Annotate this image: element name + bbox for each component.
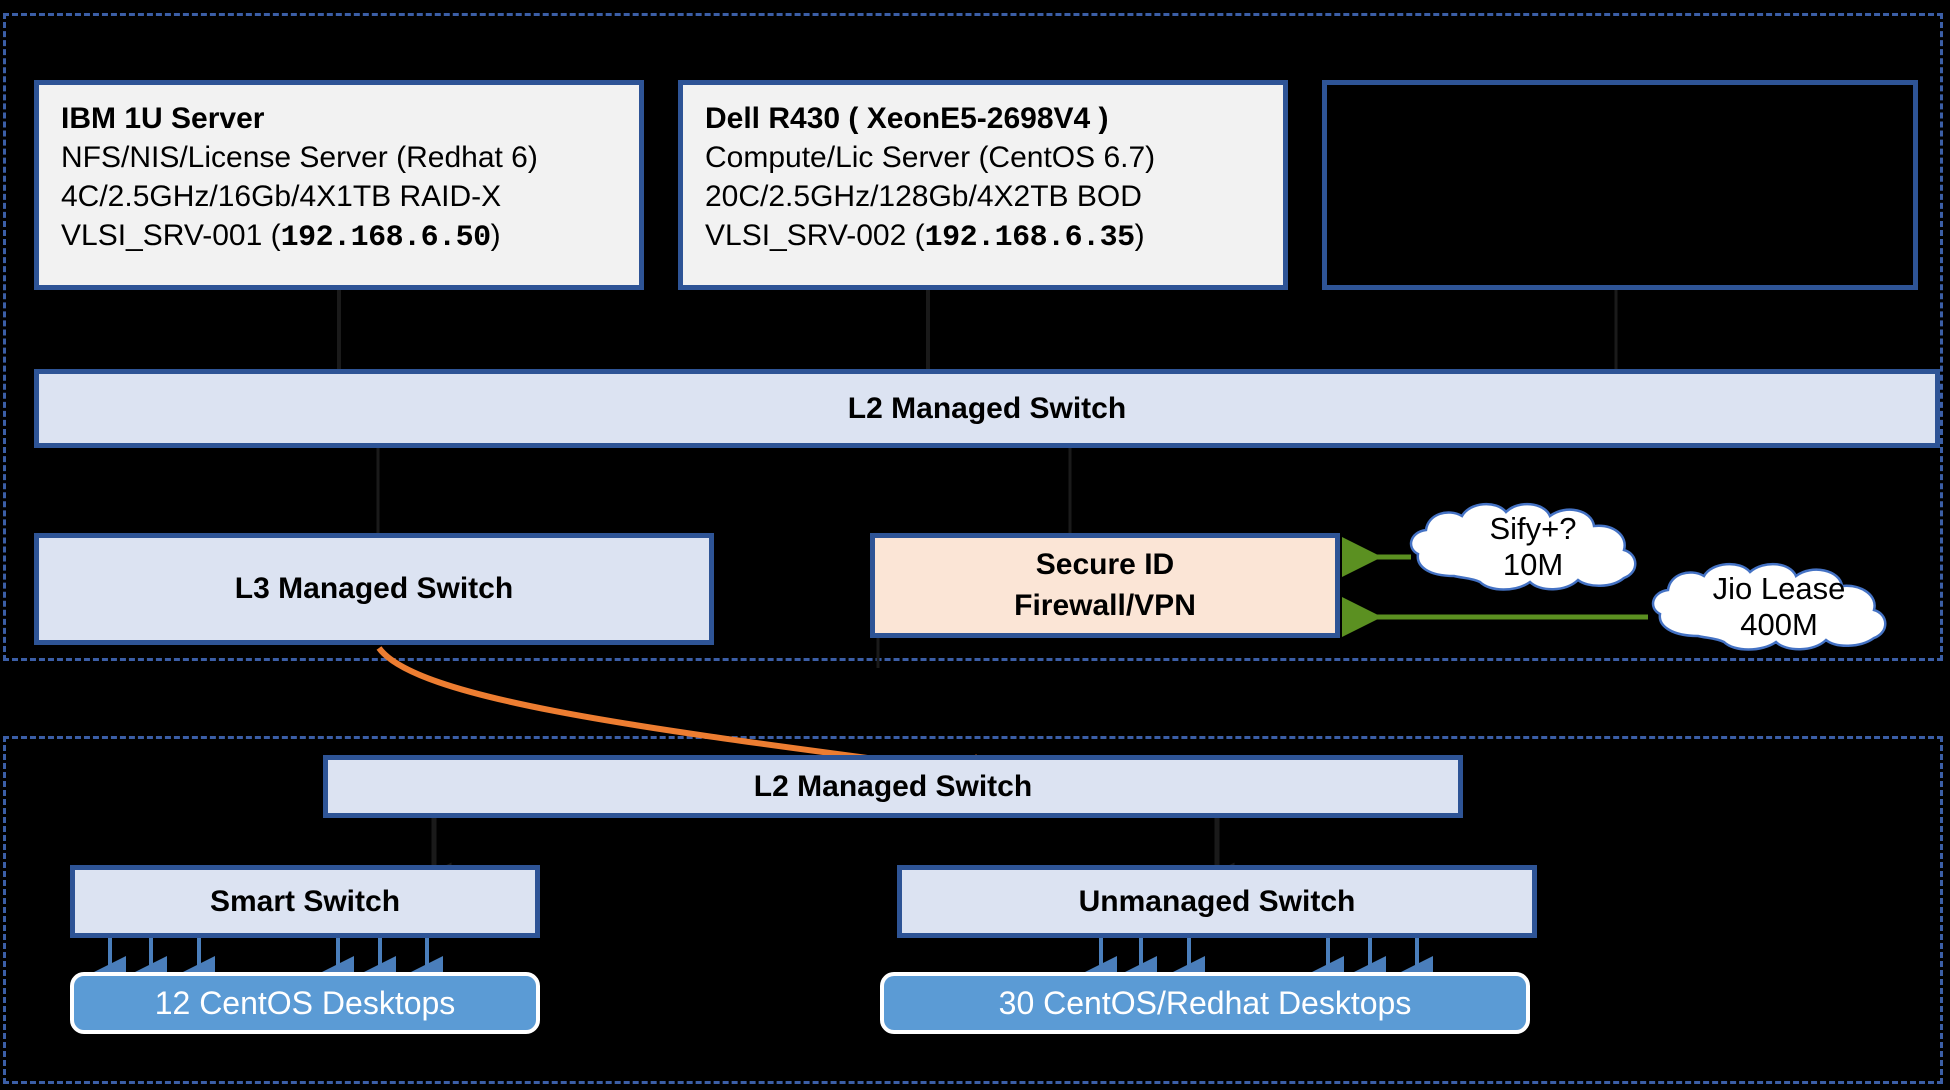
ibm-host-suffix: )	[490, 219, 501, 252]
switch-smart[interactable]: Smart Switch	[70, 865, 540, 938]
dell-server-spec: 20C/2.5GHz/128Gb/4X2TB BOD	[705, 180, 1142, 213]
ibm-host-ip: 192.168.6.50	[280, 221, 492, 255]
jio-cloud[interactable]: Jio Lease 400M	[1640, 558, 1918, 656]
firewall-line2: Firewall/VPN	[1014, 588, 1196, 622]
switch-core-l2-label: L2 Managed Switch	[847, 391, 1127, 425]
dell-host-suffix: )	[1134, 219, 1145, 252]
server-card-empty[interactable]	[1322, 80, 1918, 290]
dell-server-role: Compute/Lic Server (CentOS 6.7)	[705, 141, 1156, 174]
dell-server-title: Dell R430 ( XeonE5-2698V4 )	[705, 102, 1109, 135]
sify-cloud-line2: 10M	[1502, 547, 1564, 582]
sify-cloud-label: Sify+? 10M	[1398, 498, 1668, 596]
ibm-host-prefix: VLSI_SRV-001 (	[61, 219, 281, 252]
dell-host-ip: 192.168.6.35	[924, 221, 1136, 255]
switch-unmanaged-label: Unmanaged Switch	[1078, 884, 1356, 918]
switch-access-l2-label: L2 Managed Switch	[753, 769, 1033, 803]
jio-cloud-label: Jio Lease 400M	[1640, 558, 1918, 656]
server-card-ibm[interactable]: IBM 1U Server NFS/NIS/License Server (Re…	[34, 80, 644, 290]
network-diagram-canvas: IBM 1U Server NFS/NIS/License Server (Re…	[0, 0, 1950, 1090]
centos-redhat-desktops-label: 30 CentOS/Redhat Desktops	[998, 984, 1412, 1021]
switch-unmanaged[interactable]: Unmanaged Switch	[897, 865, 1537, 938]
dell-host-prefix: VLSI_SRV-002 (	[705, 219, 925, 252]
jio-cloud-line2: 400M	[1740, 607, 1818, 642]
firewall-line1: Secure ID	[1035, 548, 1175, 581]
ibm-server-spec: 4C/2.5GHz/16Gb/4X1TB RAID-X	[61, 180, 502, 213]
switch-access-l2[interactable]: L2 Managed Switch	[323, 755, 1463, 818]
ibm-server-title: IBM 1U Server	[61, 102, 265, 135]
switch-l3-label: L3 Managed Switch	[234, 572, 514, 605]
secure-id-firewall[interactable]: Secure ID Firewall/VPN	[870, 533, 1340, 638]
jio-cloud-line1: Jio Lease	[1712, 571, 1846, 607]
sify-cloud[interactable]: Sify+? 10M	[1398, 498, 1668, 596]
server-card-dell[interactable]: Dell R430 ( XeonE5-2698V4 ) Compute/Lic …	[678, 80, 1288, 290]
switch-l3[interactable]: L3 Managed Switch	[34, 533, 714, 645]
centos-redhat-desktops[interactable]: 30 CentOS/Redhat Desktops	[880, 972, 1530, 1034]
dell-server-host: VLSI_SRV-002 (192.168.6.35)	[705, 216, 1261, 258]
switch-core-l2[interactable]: L2 Managed Switch	[34, 369, 1940, 448]
centos-desktops-label: 12 CentOS Desktops	[154, 984, 456, 1021]
sify-cloud-line1: Sify+?	[1489, 511, 1577, 547]
switch-smart-label: Smart Switch	[209, 884, 401, 918]
centos-desktops[interactable]: 12 CentOS Desktops	[70, 972, 540, 1034]
ibm-server-role: NFS/NIS/License Server (Redhat 6)	[61, 141, 538, 174]
ibm-server-host: VLSI_SRV-001 (192.168.6.50)	[61, 216, 617, 258]
